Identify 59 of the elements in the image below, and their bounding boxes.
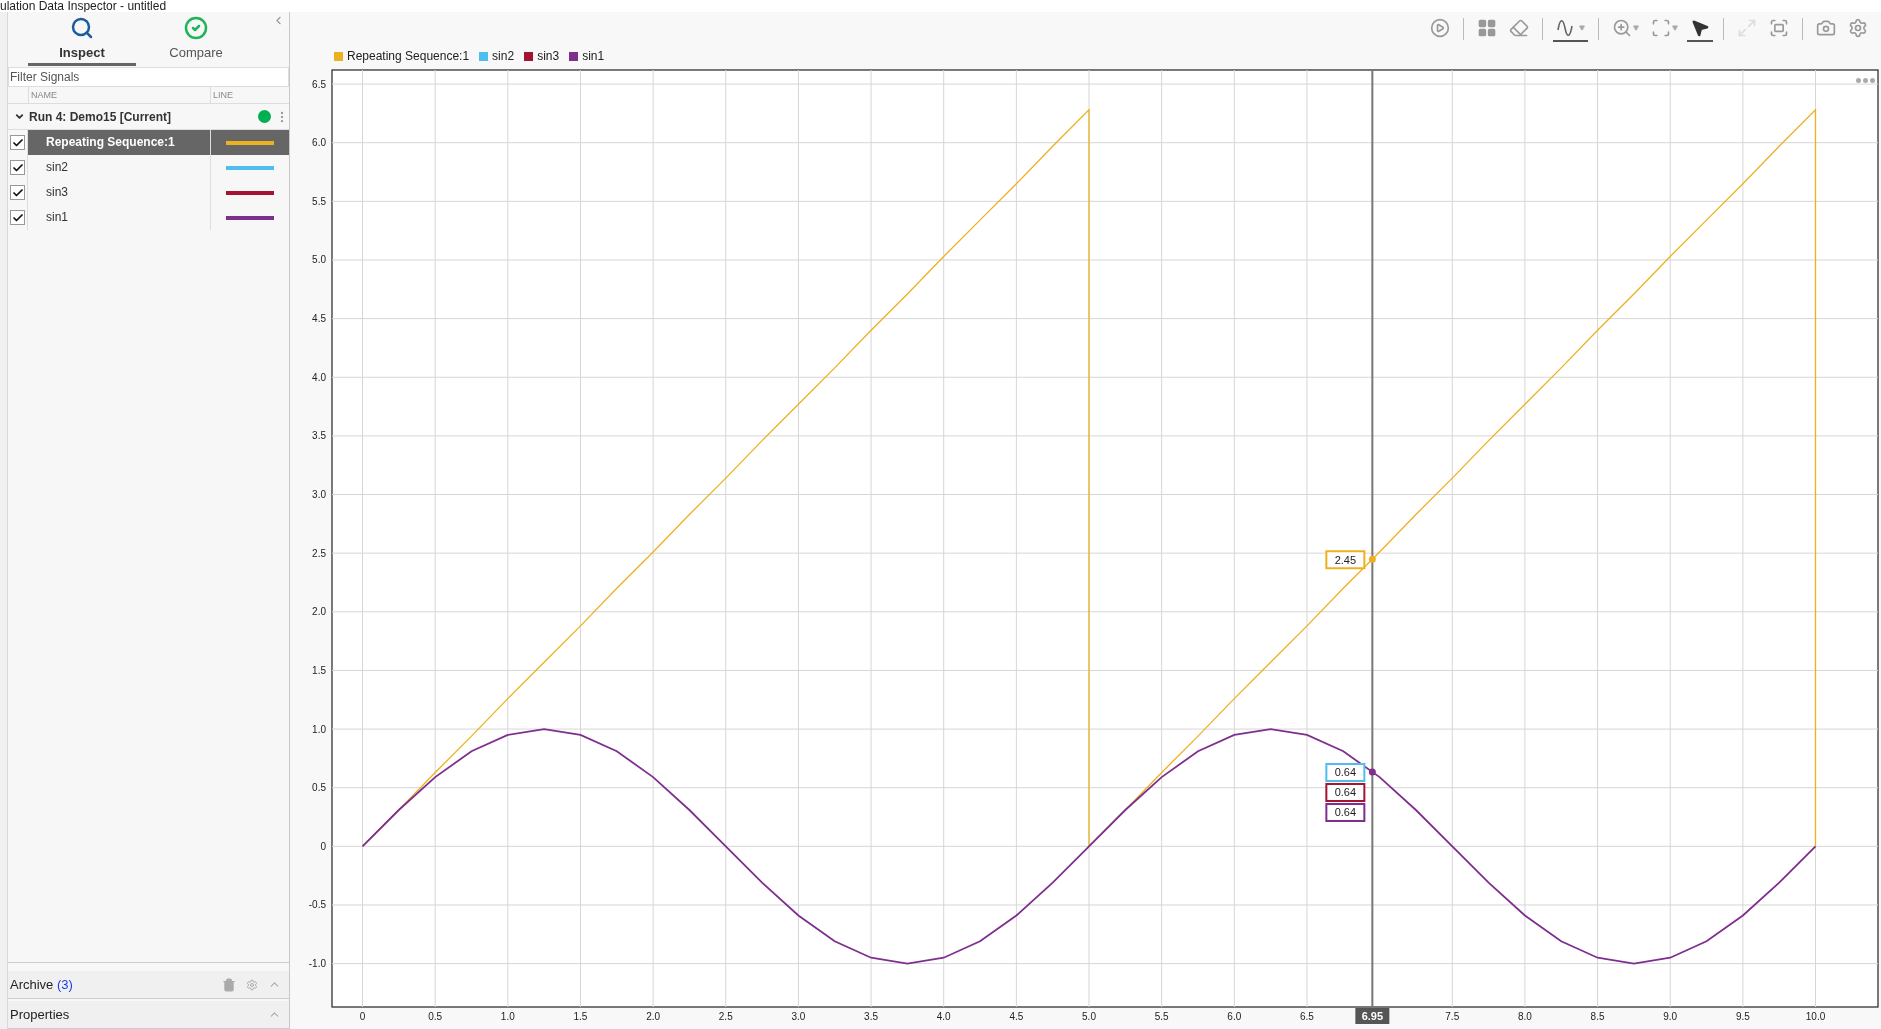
x-tick-label: 10.0 bbox=[1805, 1011, 1826, 1022]
data-tip-value: 0.64 bbox=[1334, 766, 1357, 779]
column-header: NAME bbox=[28, 87, 210, 103]
signal-row[interactable]: sin3 bbox=[8, 180, 289, 205]
y-tick-label: 2.5 bbox=[312, 547, 326, 559]
y-tick-label: 1.0 bbox=[312, 723, 326, 735]
x-tick-label: 2.0 bbox=[646, 1011, 661, 1022]
x-tick-label: 9.0 bbox=[1663, 1011, 1678, 1022]
x-tick-label: 3.0 bbox=[791, 1011, 806, 1022]
x-tick-label: 4.5 bbox=[1009, 1011, 1024, 1022]
y-tick-label: 3.5 bbox=[312, 430, 326, 442]
cursor-value: 6.95 bbox=[1361, 1010, 1384, 1022]
y-tick-label: 3.0 bbox=[312, 489, 326, 500]
y-tick-label: 6.5 bbox=[312, 78, 326, 90]
x-tick-label: 1.5 bbox=[573, 1011, 588, 1022]
x-tick-label: 9.5 bbox=[1735, 1011, 1750, 1022]
y-tick-label: 0 bbox=[320, 840, 326, 852]
signal-row[interactable]: Repeating Sequence:1 bbox=[8, 130, 289, 155]
data-tip-value: 2.45 bbox=[1334, 553, 1357, 566]
y-tick-label: 4.5 bbox=[312, 313, 326, 325]
y-tick-label: 0.5 bbox=[312, 782, 326, 794]
signal-name: sin3 bbox=[45, 184, 69, 201]
y-tick-label: 6.0 bbox=[312, 137, 326, 149]
x-tick-label: 1.0 bbox=[500, 1011, 515, 1022]
legend-label: sin3 bbox=[537, 49, 560, 63]
signal-name: sin2 bbox=[45, 159, 69, 176]
window-title: ulation Data Inspector - untitled bbox=[0, 0, 167, 12]
legend-label: sin1 bbox=[582, 49, 605, 63]
sidebar-tab[interactable]: Compare bbox=[142, 12, 250, 66]
filter-field[interactable]: Filter Signals bbox=[8, 67, 289, 87]
x-tick-label: 8.0 bbox=[1517, 1011, 1532, 1022]
signal-row[interactable]: sin2 bbox=[8, 155, 289, 180]
column-header: LINE bbox=[210, 87, 289, 103]
x-tick-label: 4.0 bbox=[936, 1011, 951, 1022]
y-tick-label: -0.5 bbox=[308, 899, 326, 911]
x-tick-label: 5.5 bbox=[1154, 1011, 1169, 1022]
x-tick-label: 7.5 bbox=[1445, 1011, 1460, 1022]
signal-name: sin1 bbox=[45, 209, 69, 226]
y-tick-label: 5.0 bbox=[312, 254, 326, 266]
y-tick-label: -1.0 bbox=[308, 958, 326, 970]
x-tick-label: 8.5 bbox=[1590, 1011, 1605, 1022]
run-label: Run 4: Demo15 [Current] bbox=[29, 109, 172, 124]
legend-label: sin2 bbox=[492, 49, 515, 63]
y-tick-label: 4.0 bbox=[312, 371, 326, 383]
x-tick-label: 3.5 bbox=[864, 1011, 878, 1022]
y-tick-label: 2.0 bbox=[312, 606, 326, 618]
x-tick-label: 5.0 bbox=[1082, 1011, 1096, 1022]
y-tick-label: 1.5 bbox=[312, 664, 326, 676]
x-tick-label: 0.5 bbox=[428, 1011, 443, 1022]
x-tick-label: 6.5 bbox=[1300, 1011, 1314, 1022]
x-tick-label: 0 bbox=[359, 1011, 366, 1022]
signal-row[interactable]: sin1 bbox=[8, 205, 289, 230]
x-tick-label: 6.0 bbox=[1227, 1011, 1242, 1022]
x-tick-label: 2.5 bbox=[718, 1011, 733, 1022]
y-tick-label: 5.5 bbox=[312, 195, 326, 207]
signal-name: Repeating Sequence:1 bbox=[45, 134, 176, 151]
data-tip-value: 0.64 bbox=[1334, 806, 1357, 819]
data-tip-value: 0.64 bbox=[1334, 786, 1357, 799]
legend-label: Repeating Sequence:1 bbox=[347, 49, 470, 63]
